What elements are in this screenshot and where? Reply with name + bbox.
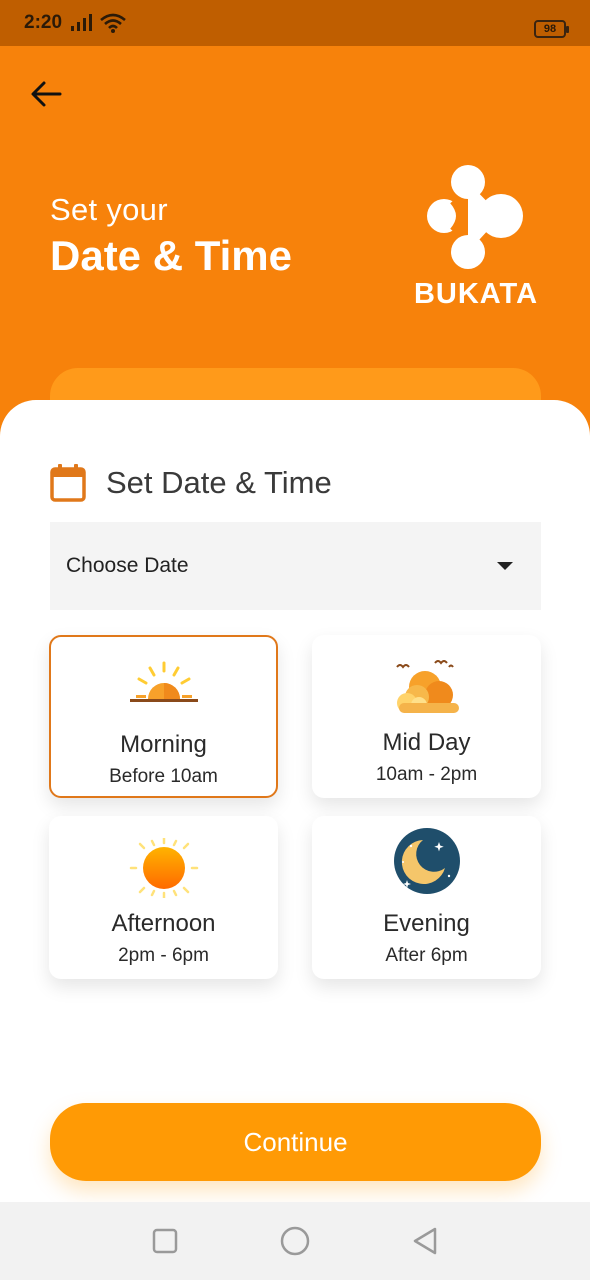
header: Set your Date & Time BUKATA bbox=[0, 46, 590, 446]
caret-down-icon bbox=[497, 562, 513, 570]
content-sheet: Set Date & Time Choose Date Morning Befo… bbox=[0, 400, 590, 1202]
sun-icon bbox=[129, 838, 198, 898]
slot-time: 2pm - 6pm bbox=[118, 945, 209, 966]
calendar-icon bbox=[50, 464, 86, 502]
section-header: Set Date & Time bbox=[50, 464, 332, 502]
brand-logo: BUKATA bbox=[406, 162, 546, 312]
continue-button[interactable]: Continue bbox=[50, 1103, 541, 1181]
circle-icon bbox=[280, 1226, 310, 1256]
logo-icon bbox=[427, 165, 523, 269]
section-title: Set Date & Time bbox=[106, 465, 332, 500]
home-button[interactable] bbox=[275, 1221, 315, 1261]
time-slot-afternoon[interactable]: Afternoon 2pm - 6pm bbox=[49, 816, 278, 979]
page-title: Date & Time bbox=[50, 232, 292, 279]
battery-level: 98 bbox=[543, 23, 557, 35]
back-nav-button[interactable] bbox=[405, 1221, 445, 1261]
back-button[interactable] bbox=[26, 74, 66, 114]
date-dropdown[interactable]: Choose Date bbox=[50, 522, 541, 610]
recents-button[interactable] bbox=[145, 1221, 185, 1261]
status-bar: 2:20 98 bbox=[0, 0, 590, 46]
time-slot-midday[interactable]: Mid Day 10am - 2pm bbox=[312, 635, 541, 798]
time-slot-evening[interactable]: Evening After 6pm bbox=[312, 816, 541, 979]
signal-icon bbox=[71, 14, 93, 31]
slot-time: 10am - 2pm bbox=[375, 764, 478, 785]
slot-time: After 6pm bbox=[385, 945, 468, 966]
slot-name: Mid Day bbox=[382, 729, 471, 756]
header-subtitle: Set your bbox=[50, 192, 168, 227]
wifi-icon bbox=[100, 13, 126, 33]
slot-time: Before 10am bbox=[109, 766, 218, 787]
date-dropdown-value: Choose Date bbox=[66, 554, 189, 577]
slot-name: Evening bbox=[383, 910, 470, 937]
slot-name: Morning bbox=[120, 731, 207, 758]
slot-name: Afternoon bbox=[111, 910, 216, 937]
sunrise-icon bbox=[129, 661, 198, 702]
system-nav-bar bbox=[0, 1202, 590, 1280]
cloudy-sun-icon bbox=[395, 660, 459, 713]
triangle-back-icon bbox=[413, 1227, 437, 1255]
brand-name: BUKATA bbox=[413, 278, 539, 310]
battery-indicator: 98 bbox=[534, 20, 569, 38]
time-slot-morning[interactable]: Morning Before 10am bbox=[49, 635, 278, 798]
status-time: 2:20 bbox=[24, 12, 63, 33]
moon-icon bbox=[393, 828, 460, 894]
arrow-left-icon bbox=[31, 81, 62, 107]
square-icon bbox=[152, 1228, 178, 1254]
